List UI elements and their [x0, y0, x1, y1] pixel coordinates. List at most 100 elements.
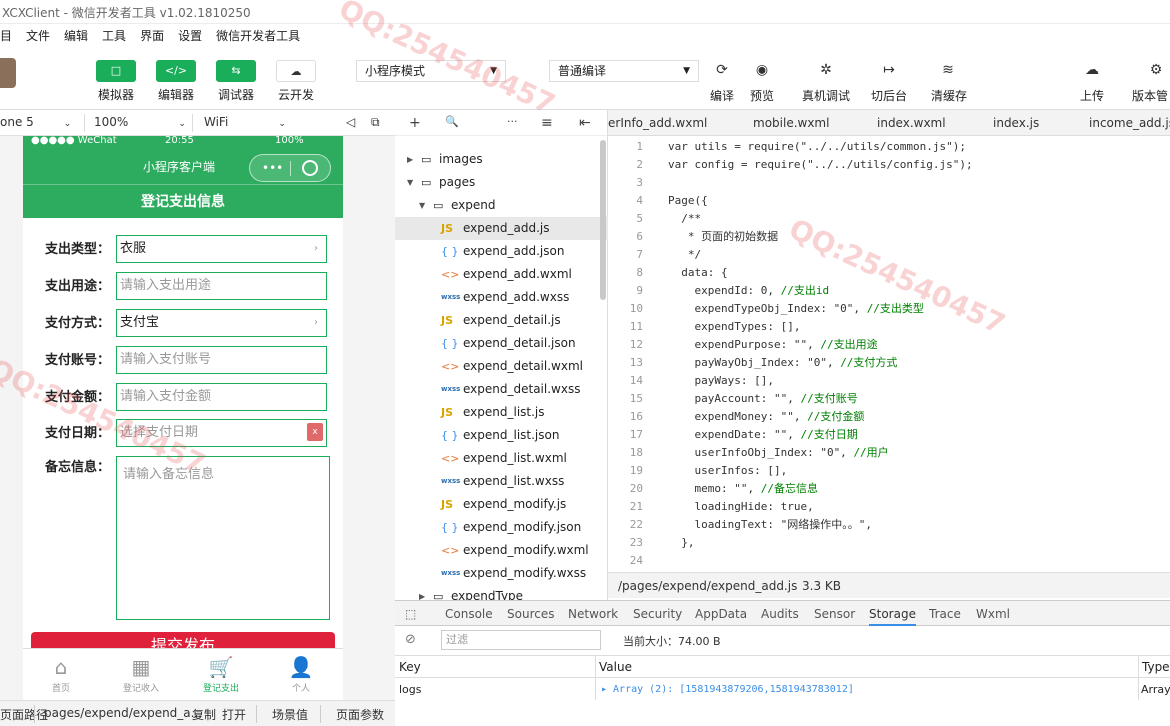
tree-folder[interactable]: ▼ ▭ pages: [395, 171, 608, 194]
inspect-icon[interactable]: ⬚: [405, 607, 416, 621]
menu-item-settings[interactable]: 设置: [178, 27, 202, 44]
tab-trace[interactable]: Trace: [929, 607, 961, 621]
tab-income-add-js[interactable]: income_add.js: [1089, 116, 1170, 130]
filter-input[interactable]: 过滤: [441, 630, 601, 650]
menu-item-tools[interactable]: 工具: [102, 27, 126, 44]
code-line[interactable]: 4 Page({: [608, 192, 1170, 210]
chevron-down-icon[interactable]: ▼: [419, 194, 425, 217]
open-button[interactable]: 打开: [222, 706, 246, 723]
code-line[interactable]: 3: [608, 174, 1170, 192]
code-editor[interactable]: 1 var utils = require("../../utils/common…: [608, 136, 1170, 572]
tab-userinfo-add-wxml[interactable]: erInfo_add.wxml: [608, 116, 707, 130]
popout-icon[interactable]: ⧉: [371, 115, 380, 130]
tree-file[interactable]: { } expend_add.json: [395, 240, 608, 263]
zoom-select[interactable]: 100% ⌄: [94, 115, 186, 129]
code-line[interactable]: 21 loadingHide: true,: [608, 498, 1170, 516]
eye-icon[interactable]: ◉: [752, 62, 772, 78]
code-line[interactable]: 18 userInfoObj_Index: "0", //用户: [608, 444, 1170, 462]
tree-folder[interactable]: ▶ ▭ images: [395, 148, 608, 171]
version-icon[interactable]: ⚙: [1146, 62, 1166, 78]
menu-item-project[interactable]: 目: [0, 27, 12, 44]
chevron-right-icon[interactable]: ▶: [407, 148, 413, 171]
tree-file[interactable]: <> expend_list.wxml: [395, 447, 608, 470]
device-select[interactable]: one 5 ⌄: [0, 115, 71, 129]
code-line[interactable]: 20 memo: "", //备忘信息: [608, 480, 1170, 498]
menu-item-view[interactable]: 界面: [140, 27, 164, 44]
menu-item-file[interactable]: 文件: [26, 27, 50, 44]
money-input[interactable]: 请输入支付金额: [116, 383, 327, 411]
code-line[interactable]: 23 },: [608, 534, 1170, 552]
background-button[interactable]: 切后台: [871, 87, 907, 104]
tab-storage[interactable]: Storage: [869, 607, 916, 626]
more-icon[interactable]: ···: [507, 115, 518, 128]
scene-button[interactable]: 场景值: [272, 706, 308, 723]
explorer-scrollbar[interactable]: [600, 140, 606, 300]
tree-file[interactable]: { } expend_modify.json: [395, 516, 608, 539]
plus-icon[interactable]: +: [409, 115, 421, 131]
tree-folder[interactable]: ▼ ▭ expend: [395, 194, 608, 217]
payway-picker[interactable]: 支付宝 ›: [116, 309, 327, 337]
tab-network[interactable]: Network: [568, 607, 618, 621]
more-icon[interactable]: •••: [262, 155, 283, 181]
clear-date-icon[interactable]: x: [307, 423, 323, 441]
storage-value[interactable]: ▸ Array (2): [1581943879206,158194378301…: [601, 680, 854, 700]
tree-file[interactable]: { } expend_list.json: [395, 424, 608, 447]
tree-file[interactable]: JS expend_detail.js: [395, 309, 608, 332]
code-line[interactable]: 22 loadingText: "网络操作中。。",: [608, 516, 1170, 534]
tree-file[interactable]: wxss expend_modify.wxss: [395, 562, 608, 585]
compile-select[interactable]: 普通编译 ▼: [549, 60, 699, 82]
tab-appdata[interactable]: AppData: [695, 607, 747, 621]
storage-key[interactable]: logs: [399, 680, 422, 700]
code-line[interactable]: 5 /**: [608, 210, 1170, 228]
tab-sources[interactable]: Sources: [507, 607, 554, 621]
refresh-icon[interactable]: ⟳: [712, 62, 732, 78]
tree-file[interactable]: wxss expend_list.wxss: [395, 470, 608, 493]
copy-button[interactable]: 复制: [192, 706, 216, 723]
code-line[interactable]: 14 payWays: [],: [608, 372, 1170, 390]
clear-icon[interactable]: ⊘: [405, 632, 416, 647]
tree-file[interactable]: <> expend_add.wxml: [395, 263, 608, 286]
tab-index-wxml[interactable]: index.wxml: [877, 116, 946, 130]
memo-textarea[interactable]: 请输入备忘信息: [116, 456, 330, 620]
menu-item-edit[interactable]: 编辑: [64, 27, 88, 44]
tree-file[interactable]: wxss expend_add.wxss: [395, 286, 608, 309]
editor-button[interactable]: </> 编辑器: [156, 60, 196, 103]
cloud-dev-button[interactable]: ☁ 云开发: [276, 60, 316, 103]
tab-income[interactable]: ▦ 登记收入: [111, 653, 171, 694]
params-button[interactable]: 页面参数: [336, 706, 384, 723]
tree-file[interactable]: JS expend_list.js: [395, 401, 608, 424]
code-line[interactable]: 10 expendTypeObj_Index: "0", //支出类型: [608, 300, 1170, 318]
tab-wxml[interactable]: Wxml: [976, 607, 1010, 621]
tab-home[interactable]: ⌂ 首页: [31, 653, 91, 694]
tab-sensor[interactable]: Sensor: [814, 607, 855, 621]
account-input[interactable]: 请输入支付账号: [116, 346, 327, 374]
preview-button[interactable]: 预览: [750, 87, 774, 104]
close-circle-icon[interactable]: [302, 160, 318, 176]
code-line[interactable]: 15 payAccount: "", //支付账号: [608, 390, 1170, 408]
code-line[interactable]: 16 expendMoney: "", //支付金额: [608, 408, 1170, 426]
layers-icon[interactable]: ≋: [938, 62, 958, 78]
simulator-button[interactable]: □ 模拟器: [96, 60, 136, 103]
tab-audits[interactable]: Audits: [761, 607, 799, 621]
tab-profile[interactable]: 👤 个人: [271, 653, 331, 694]
code-line[interactable]: 17 expendDate: "", //支付日期: [608, 426, 1170, 444]
code-line[interactable]: 11 expendTypes: [],: [608, 318, 1170, 336]
avatar[interactable]: [0, 58, 16, 88]
debugger-button[interactable]: ⇆ 调试器: [216, 60, 256, 103]
tab-expend[interactable]: 🛒 登记支出: [191, 653, 251, 694]
tree-file[interactable]: <> expend_detail.wxml: [395, 355, 608, 378]
code-line[interactable]: 6 * 页面的初始数据: [608, 228, 1170, 246]
mute-icon[interactable]: ◁: [346, 115, 355, 129]
code-line[interactable]: 12 expendPurpose: "", //支出用途: [608, 336, 1170, 354]
tree-file[interactable]: JS expend_modify.js: [395, 493, 608, 516]
search-icon[interactable]: 🔍: [445, 115, 459, 128]
tab-security[interactable]: Security: [633, 607, 682, 621]
version-button[interactable]: 版本管: [1132, 87, 1168, 104]
chevron-down-icon[interactable]: ▼: [407, 171, 413, 194]
purpose-input[interactable]: 请输入支出用途: [116, 272, 327, 300]
tab-mobile-wxml[interactable]: mobile.wxml: [753, 116, 829, 130]
sidebar-toggle-icon[interactable]: ⇤: [579, 115, 591, 131]
code-line[interactable]: 2 var config = require("../../utils/confi…: [608, 156, 1170, 174]
code-line[interactable]: 19 userInfos: [],: [608, 462, 1170, 480]
menu-item-wechat-devtools[interactable]: 微信开发者工具: [216, 27, 300, 44]
